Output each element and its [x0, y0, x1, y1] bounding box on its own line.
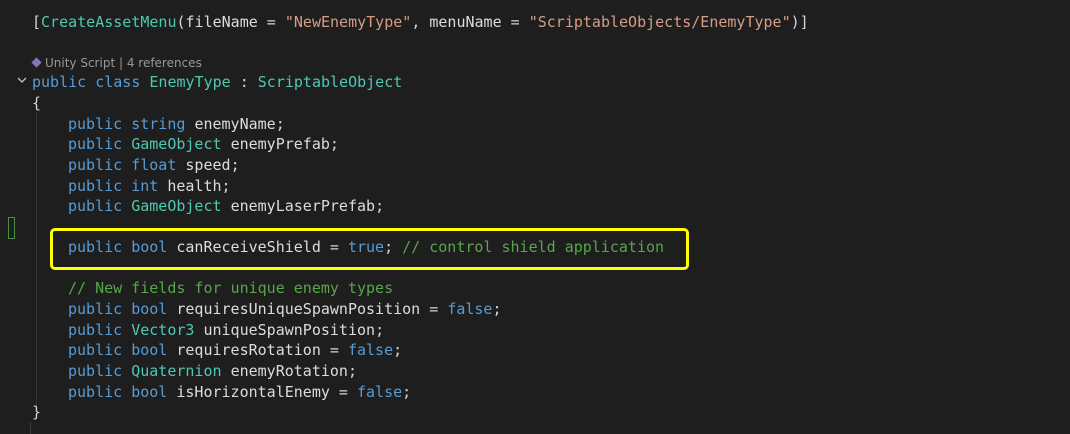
- unique-field-line: public Vector3 uniqueSpawnPosition;: [68, 321, 385, 339]
- class-declaration: public class EnemyType : ScriptableObjec…: [32, 73, 403, 91]
- scope-guide: [30, 422, 31, 434]
- close-brace: }: [32, 403, 42, 421]
- unique-field-line: public bool isHorizontalEnemy = false;: [68, 383, 412, 401]
- open-brace: {: [32, 94, 42, 112]
- field-line: public string enemyName;: [68, 115, 285, 133]
- field-line: public GameObject enemyPrefab;: [68, 135, 339, 153]
- code-editor[interactable]: [CreateAssetMenu(fileName = "NewEnemyTyp…: [0, 0, 1070, 434]
- gutter-change-marker: [8, 217, 15, 239]
- field-line: public int health;: [68, 177, 231, 195]
- field-line: public float speed;: [68, 156, 240, 174]
- comment-line: // New fields for unique enemy types: [68, 279, 394, 297]
- attribute-line: [CreateAssetMenu(fileName = "NewEnemyTyp…: [32, 13, 809, 31]
- codelens-references[interactable]: Unity Script | 4 references: [31, 54, 202, 72]
- indent-guide: [36, 113, 37, 406]
- unique-field-line: public bool requiresRotation = false;: [68, 341, 403, 359]
- unity-script-icon: [31, 57, 42, 68]
- unique-field-line: public bool requiresUniqueSpawnPosition …: [68, 300, 502, 318]
- unique-field-line: public Quaternion enemyRotation;: [68, 362, 357, 380]
- codelens-text: Unity Script | 4 references: [45, 56, 202, 70]
- field-line: public GameObject enemyLaserPrefab;: [68, 197, 385, 215]
- fold-chevron-icon[interactable]: [16, 74, 30, 88]
- highlighted-code-line: public bool canReceiveShield = true; // …: [68, 238, 665, 256]
